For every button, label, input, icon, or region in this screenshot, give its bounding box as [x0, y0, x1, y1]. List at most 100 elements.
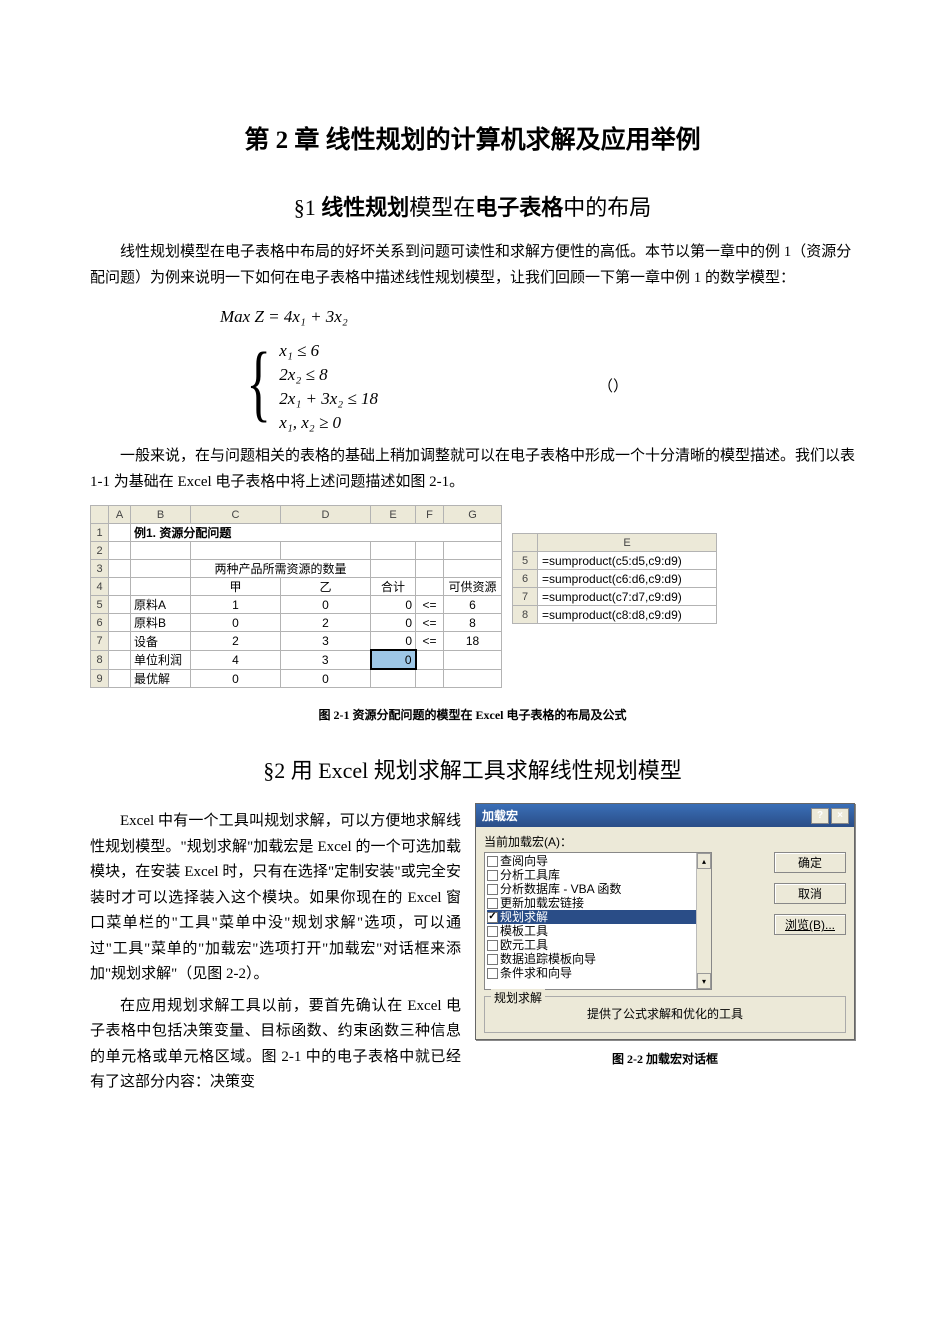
- ok-button[interactable]: 确定: [774, 852, 846, 873]
- table-row: 2: [91, 542, 502, 560]
- row-7: 7: [91, 632, 109, 651]
- list-item-label: 分析数据库 - VBA 函数: [500, 882, 621, 896]
- section1-r1: 模型在: [409, 195, 475, 220]
- section2-para1: Excel 中有一个工具叫规划求解，可以方便地求解线性规划模型。"规划求解"加载…: [90, 809, 461, 988]
- cell-F7: <=: [416, 632, 444, 651]
- checkbox-icon[interactable]: [487, 870, 498, 881]
- list-item[interactable]: 欧元工具: [487, 938, 711, 952]
- corner-cell: [91, 506, 109, 524]
- checkbox-icon[interactable]: [487, 856, 498, 867]
- table-row: 5 =sumproduct(c5:d5,c9:d9): [513, 552, 717, 570]
- list-item-label: 分析工具库: [500, 868, 560, 882]
- browse-button[interactable]: 浏览(B)...: [774, 914, 846, 935]
- cell-B9: 最优解: [131, 669, 191, 688]
- list-item[interactable]: 数据追踪模板向导: [487, 952, 711, 966]
- description-group: 规划求解 提供了公式求解和优化的工具: [484, 996, 846, 1033]
- list-item[interactable]: 条件求和向导: [487, 966, 711, 980]
- cell-C4: 甲: [191, 578, 281, 596]
- list-item-label: 模板工具: [500, 924, 548, 938]
- scroll-up-icon[interactable]: ▴: [697, 853, 711, 869]
- excel-formula-table: E 5 =sumproduct(c5:d5,c9:d9) 6 =sumprodu…: [512, 533, 717, 624]
- row-2: 2: [91, 542, 109, 560]
- checkbox-icon[interactable]: [487, 968, 498, 979]
- cancel-button[interactable]: 取消: [774, 883, 846, 904]
- section1-b1: 线性规划: [321, 195, 409, 220]
- list-item-label: 查阅向导: [500, 854, 548, 868]
- chapter-title: 第 2 章 线性规划的计算机求解及应用举例: [90, 120, 855, 156]
- list-item[interactable]: 查阅向导: [487, 854, 711, 868]
- document-page: 第 2 章 线性规划的计算机求解及应用举例 §1 线性规划模型在电子表格中的布局…: [0, 0, 945, 1337]
- cell-G4: 可供资源: [444, 578, 502, 596]
- objective: Max Z = 4x₁ + 3x₂: [220, 301, 855, 333]
- left-brace-icon: {: [246, 339, 271, 434]
- row-9: 9: [91, 669, 109, 688]
- excel-header-row: A B C D E F G: [91, 506, 502, 524]
- formula-E6: =sumproduct(c6:d6,c9:d9): [538, 570, 717, 588]
- list-item[interactable]: 更新加载宏链接: [487, 896, 711, 910]
- checkbox-icon[interactable]: [487, 926, 498, 937]
- cell-D8: 3: [281, 650, 371, 669]
- list-item[interactable]: 分析数据库 - VBA 函数: [487, 882, 711, 896]
- figure-2-1: A B C D E F G 1 例1. 资源分配问题 2: [90, 505, 855, 688]
- list-item-label: 更新加载宏链接: [500, 896, 584, 910]
- cell-E7: 0: [371, 632, 416, 651]
- formula-E5: =sumproduct(c5:d5,c9:d9): [538, 552, 717, 570]
- table-row: 8 =sumproduct(c8:d8,c9:d9): [513, 606, 717, 624]
- section1-r2: 中的布局: [563, 195, 651, 220]
- scrollbar[interactable]: ▴ ▾: [696, 853, 711, 989]
- section1-para1: 线性规划模型在电子表格中布局的好坏关系到问题可读性和求解方便性的高低。本节以第一…: [90, 240, 855, 291]
- help-icon[interactable]: ?: [811, 808, 829, 824]
- row-6: 6: [91, 614, 109, 632]
- section1-title: §1 线性规划模型在电子表格中的布局: [90, 190, 855, 222]
- row-7: 7: [513, 588, 538, 606]
- col-D: D: [281, 506, 371, 524]
- math-model: Max Z = 4x₁ + 3x₂ { x₁ ≤ 6 2x₂ ≤ 8 2x₁ +…: [220, 301, 855, 434]
- section1-b2: 电子表格: [475, 195, 563, 220]
- checkbox-icon[interactable]: [487, 940, 498, 951]
- list-item[interactable]: 规划求解: [487, 910, 711, 924]
- cell-D6: 2: [281, 614, 371, 632]
- cell-B7: 设备: [131, 632, 191, 651]
- col-E-header: E: [538, 534, 717, 552]
- dialog-title-text: 加载宏: [482, 807, 518, 824]
- group-desc: 提供了公式求解和优化的工具: [587, 1007, 743, 1021]
- checkbox-icon[interactable]: [487, 954, 498, 965]
- col-A: A: [109, 506, 131, 524]
- cell-C7: 2: [191, 632, 281, 651]
- cell-F6: <=: [416, 614, 444, 632]
- table-row: 6 原料B 0 2 0 <= 8: [91, 614, 502, 632]
- addins-listbox[interactable]: 查阅向导分析工具库分析数据库 - VBA 函数更新加载宏链接规划求解模板工具欧元…: [484, 852, 712, 990]
- table-row: 1 例1. 资源分配问题: [91, 524, 502, 542]
- close-icon[interactable]: ×: [831, 808, 849, 824]
- checkbox-icon[interactable]: [487, 898, 498, 909]
- col-C: C: [191, 506, 281, 524]
- cell-E6: 0: [371, 614, 416, 632]
- table-row: 5 原料A 1 0 0 <= 6: [91, 596, 502, 614]
- scroll-down-icon[interactable]: ▾: [697, 973, 711, 989]
- col-F: F: [416, 506, 444, 524]
- equation-number: （）: [598, 373, 628, 402]
- cell-G6: 8: [444, 614, 502, 632]
- checkbox-icon[interactable]: [487, 884, 498, 895]
- cell-E4: 合计: [371, 578, 416, 596]
- cell-D5: 0: [281, 596, 371, 614]
- formula-E8: =sumproduct(c8:d8,c9:d9): [538, 606, 717, 624]
- table-row: 6 =sumproduct(c6:d6,c9:d9): [513, 570, 717, 588]
- cell-E8-selected: 0: [371, 650, 416, 669]
- row-3: 3: [91, 560, 109, 578]
- section2-para2: 在应用规划求解工具以前，要首先确认在 Excel 电子表格中包括决策变量、目标函…: [90, 994, 461, 1096]
- list-item-label: 条件求和向导: [500, 966, 572, 980]
- cell-C3: 两种产品所需资源的数量: [191, 560, 371, 578]
- cell-G5: 6: [444, 596, 502, 614]
- cell-D4: 乙: [281, 578, 371, 596]
- checkbox-icon[interactable]: [487, 912, 498, 923]
- table-row: 8 单位利润 4 3 0: [91, 650, 502, 669]
- list-item[interactable]: 模板工具: [487, 924, 711, 938]
- constraint-3: 2x₁ + 3x₂ ≤ 18: [275, 387, 378, 411]
- addins-label: 当前加载宏(A)：: [484, 833, 846, 850]
- list-item[interactable]: 分析工具库: [487, 868, 711, 882]
- row-1: 1: [91, 524, 109, 542]
- figure-2-2-caption: 图 2-2 加载宏对话框: [475, 1050, 855, 1067]
- constraint-4: x₁, x₂ ≥ 0: [275, 411, 378, 435]
- table-row: 3 两种产品所需资源的数量: [91, 560, 502, 578]
